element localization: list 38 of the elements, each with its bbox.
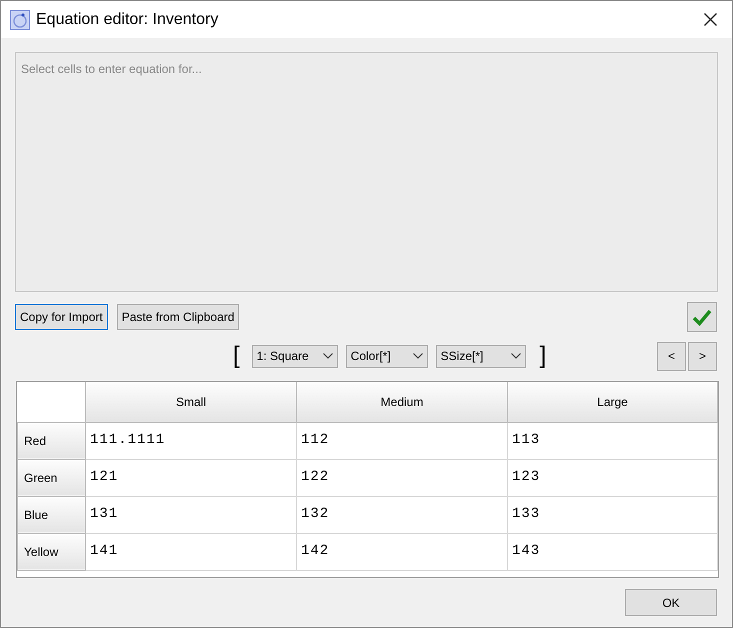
row-header[interactable]: Yellow (18, 533, 86, 570)
row-header[interactable]: Red (18, 422, 86, 459)
close-icon[interactable] (704, 13, 717, 26)
column-header[interactable]: Medium (296, 382, 508, 422)
table-cell: 131 (86, 496, 296, 533)
dropdown[interactable]: SSize[*] (436, 344, 526, 368)
toolbar-button[interactable]: Copy for Import (15, 304, 108, 330)
table-cell: 122 (296, 459, 508, 496)
window-title: Equation editor: Inventory (36, 10, 218, 30)
table-cell: 142 (296, 533, 508, 570)
confirm-button[interactable] (687, 302, 717, 332)
table-cell: 143 (508, 533, 718, 570)
table-cell: 113 (508, 422, 718, 459)
table-cell: 133 (508, 496, 718, 533)
table-cell: 123 (508, 459, 718, 496)
table-cell: 121 (86, 459, 296, 496)
toolbar-button[interactable]: Paste from Clipboard (116, 304, 240, 330)
row-header[interactable]: Blue (18, 496, 86, 533)
table-cell: 111.1111 (86, 422, 296, 459)
close-bracket: ] (540, 344, 546, 368)
app-icon (10, 10, 30, 30)
open-bracket: [ (233, 344, 240, 368)
nav-button[interactable]: > (688, 342, 717, 370)
checkmark-icon (692, 308, 712, 326)
row-header[interactable]: Green (18, 459, 86, 496)
table-cell: 141 (86, 533, 296, 570)
table-cell: 112 (296, 422, 508, 459)
equation-field[interactable]: Select cells to enter equation for... (15, 52, 718, 292)
chevron-down-icon (510, 353, 521, 359)
dropdown[interactable]: 1: Square (252, 344, 338, 368)
chevron-down-icon (322, 353, 333, 359)
dropdown[interactable]: Color[*] (346, 344, 428, 368)
ok-button[interactable]: OK (625, 589, 717, 616)
table-cell: 132 (296, 496, 508, 533)
column-header[interactable]: Large (508, 382, 718, 422)
nav-button[interactable]: < (657, 342, 686, 370)
column-header[interactable]: Small (86, 382, 296, 422)
chevron-down-icon (412, 353, 423, 359)
